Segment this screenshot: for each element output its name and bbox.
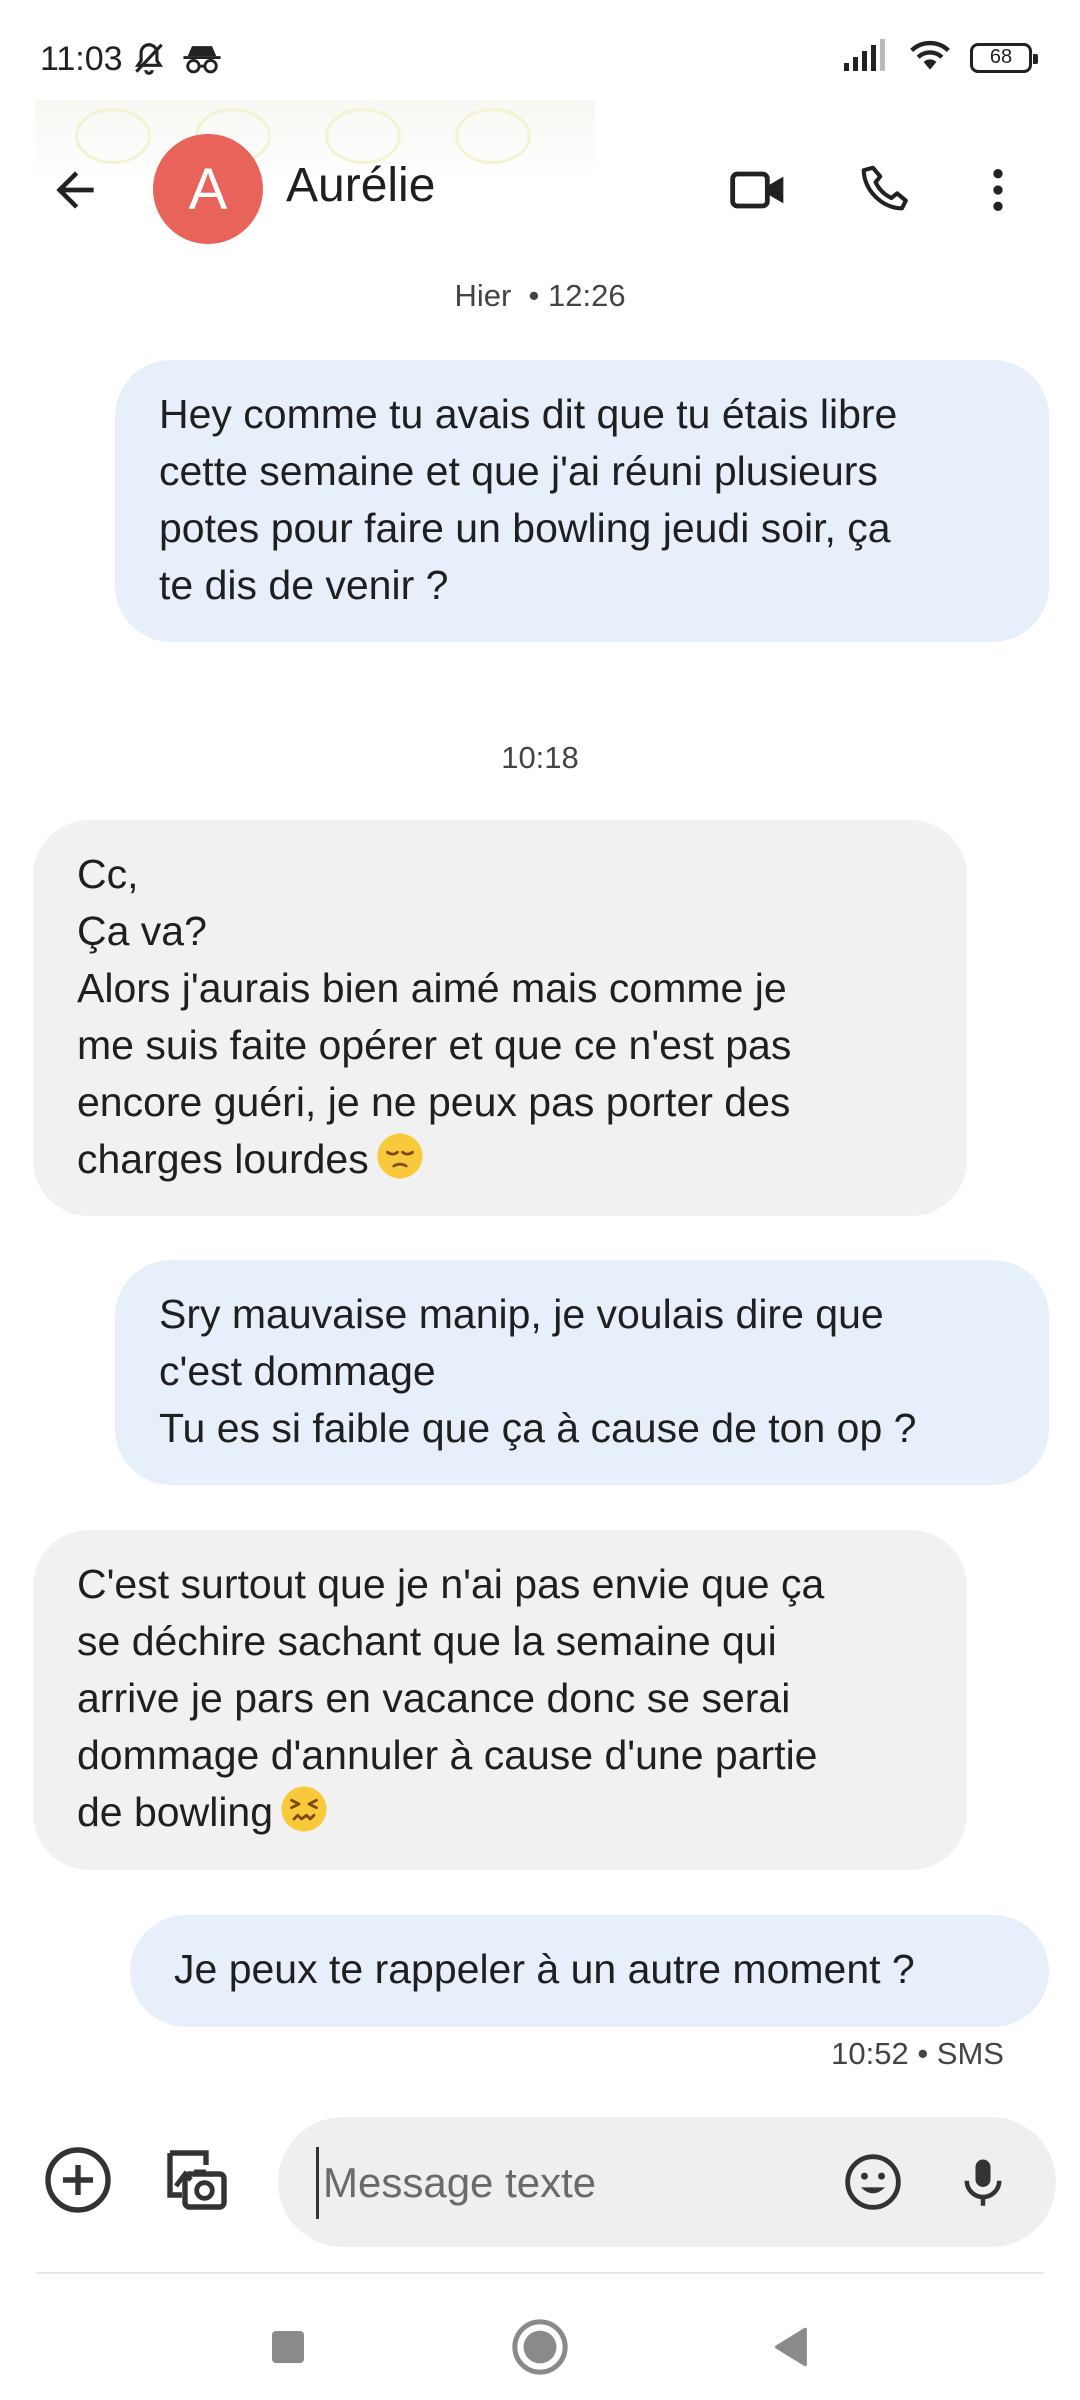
more-vert-icon [993,169,1003,211]
status-left-icons [130,40,222,83]
system-nav-bar [0,2290,1080,2400]
message-line: potes pour faire un bowling jeudi soir, … [159,505,891,551]
message-line: Hey comme tu avais dit que tu étais libr… [159,391,898,437]
timestamp-time: • 12:26 [528,278,626,313]
back-arrow-icon [56,171,94,209]
video-call-icon [730,171,784,209]
message-input-container [278,2117,1056,2247]
recents-square-icon [272,2331,304,2363]
confounded-face-emoji [281,1786,327,1832]
status-time: 11:03 [40,40,123,78]
battery-icon: 68 [970,42,1038,73]
phone-icon [861,165,908,211]
gallery-icon [167,2150,227,2210]
emoji-icon [845,2154,901,2210]
message-line: se déchire sachant que la semaine qui [77,1618,777,1664]
battery-level: 68 [989,46,1013,68]
message-line: de bowling [77,1789,274,1835]
divider [36,2272,1044,2274]
message-line: Alors j'aurais bien aimé mais comme je [77,965,787,1011]
timestamp-divider: 10:18 [501,740,579,775]
avatar[interactable]: A [153,134,263,244]
home-circle-icon [512,2319,568,2375]
message-line: charges lourdes [77,1136,369,1182]
message-bubble-outgoing[interactable]: Je peux te rappeler à un autre moment ? [130,1915,1049,2027]
message-line: c'est dommage [159,1348,436,1394]
message-line: Cc, [77,851,139,897]
contact-name[interactable]: Aurélie [286,158,435,213]
message-bubble-incoming[interactable]: C'est surtout que je n'ai pas envie que … [33,1530,967,1870]
message-line: Ça va? [77,908,207,954]
more-options-button[interactable] [960,152,1036,228]
message-line: C'est surtout que je n'ai pas envie que … [77,1561,825,1607]
back-triangle-icon [774,2327,807,2367]
compose-bar [0,2110,1080,2250]
message-line: encore guéri, je ne peux pas porter des [77,1079,791,1125]
incognito-icon [182,42,222,81]
message-bubble-outgoing[interactable]: Sry mauvaise manip, je voulais dire que … [115,1260,1049,1485]
message-line: arrive je pars en vacance donc se serai [77,1675,791,1721]
conversation-header: A Aurélie [0,120,1080,260]
message-line: Tu es si faible que ça à cause de ton op… [159,1405,917,1451]
message-line: dommage d'annuler à cause d'une partie [77,1732,818,1778]
message-line: Sry mauvaise manip, je voulais dire que [159,1291,884,1337]
message-line: cette semaine et que j'ai réuni plusieur… [159,448,878,494]
phone-call-button[interactable] [848,152,924,228]
gallery-button[interactable] [154,2140,234,2220]
pensive-face-emoji [377,1133,423,1179]
emoji-button[interactable] [833,2142,913,2222]
wifi-icon [908,38,952,77]
mute-bell-icon [130,40,168,83]
back-button[interactable] [40,155,110,225]
timestamp-day: Hier [454,278,512,313]
add-circle-icon [45,2147,111,2213]
message-bubble-outgoing[interactable]: Hey comme tu avais dit que tu étais libr… [115,360,1049,642]
signal-icon [842,39,890,76]
voice-message-button[interactable] [943,2142,1023,2222]
home-button[interactable] [500,2312,580,2382]
message-input[interactable] [316,2147,805,2219]
timestamp-divider: Hier • 12:26 [0,278,1080,314]
message-status: 10:52 • SMS [831,2036,1004,2071]
microphone-icon [964,2159,1002,2206]
message-line: Je peux te rappeler à un autre moment ? [174,1946,915,1992]
message-line: me suis faite opérer et que ce n'est pas [77,1022,792,1068]
status-right-icons: 68 [842,38,1038,77]
recents-button[interactable] [248,2312,328,2382]
video-call-button[interactable] [720,152,796,228]
avatar-letter: A [188,156,228,222]
add-attachment-button[interactable] [38,2140,118,2220]
nav-back-button[interactable] [752,2312,832,2382]
message-bubble-incoming[interactable]: Cc, Ça va? Alors j'aurais bien aimé mais… [33,820,967,1216]
message-line: te dis de venir ? [159,562,449,608]
